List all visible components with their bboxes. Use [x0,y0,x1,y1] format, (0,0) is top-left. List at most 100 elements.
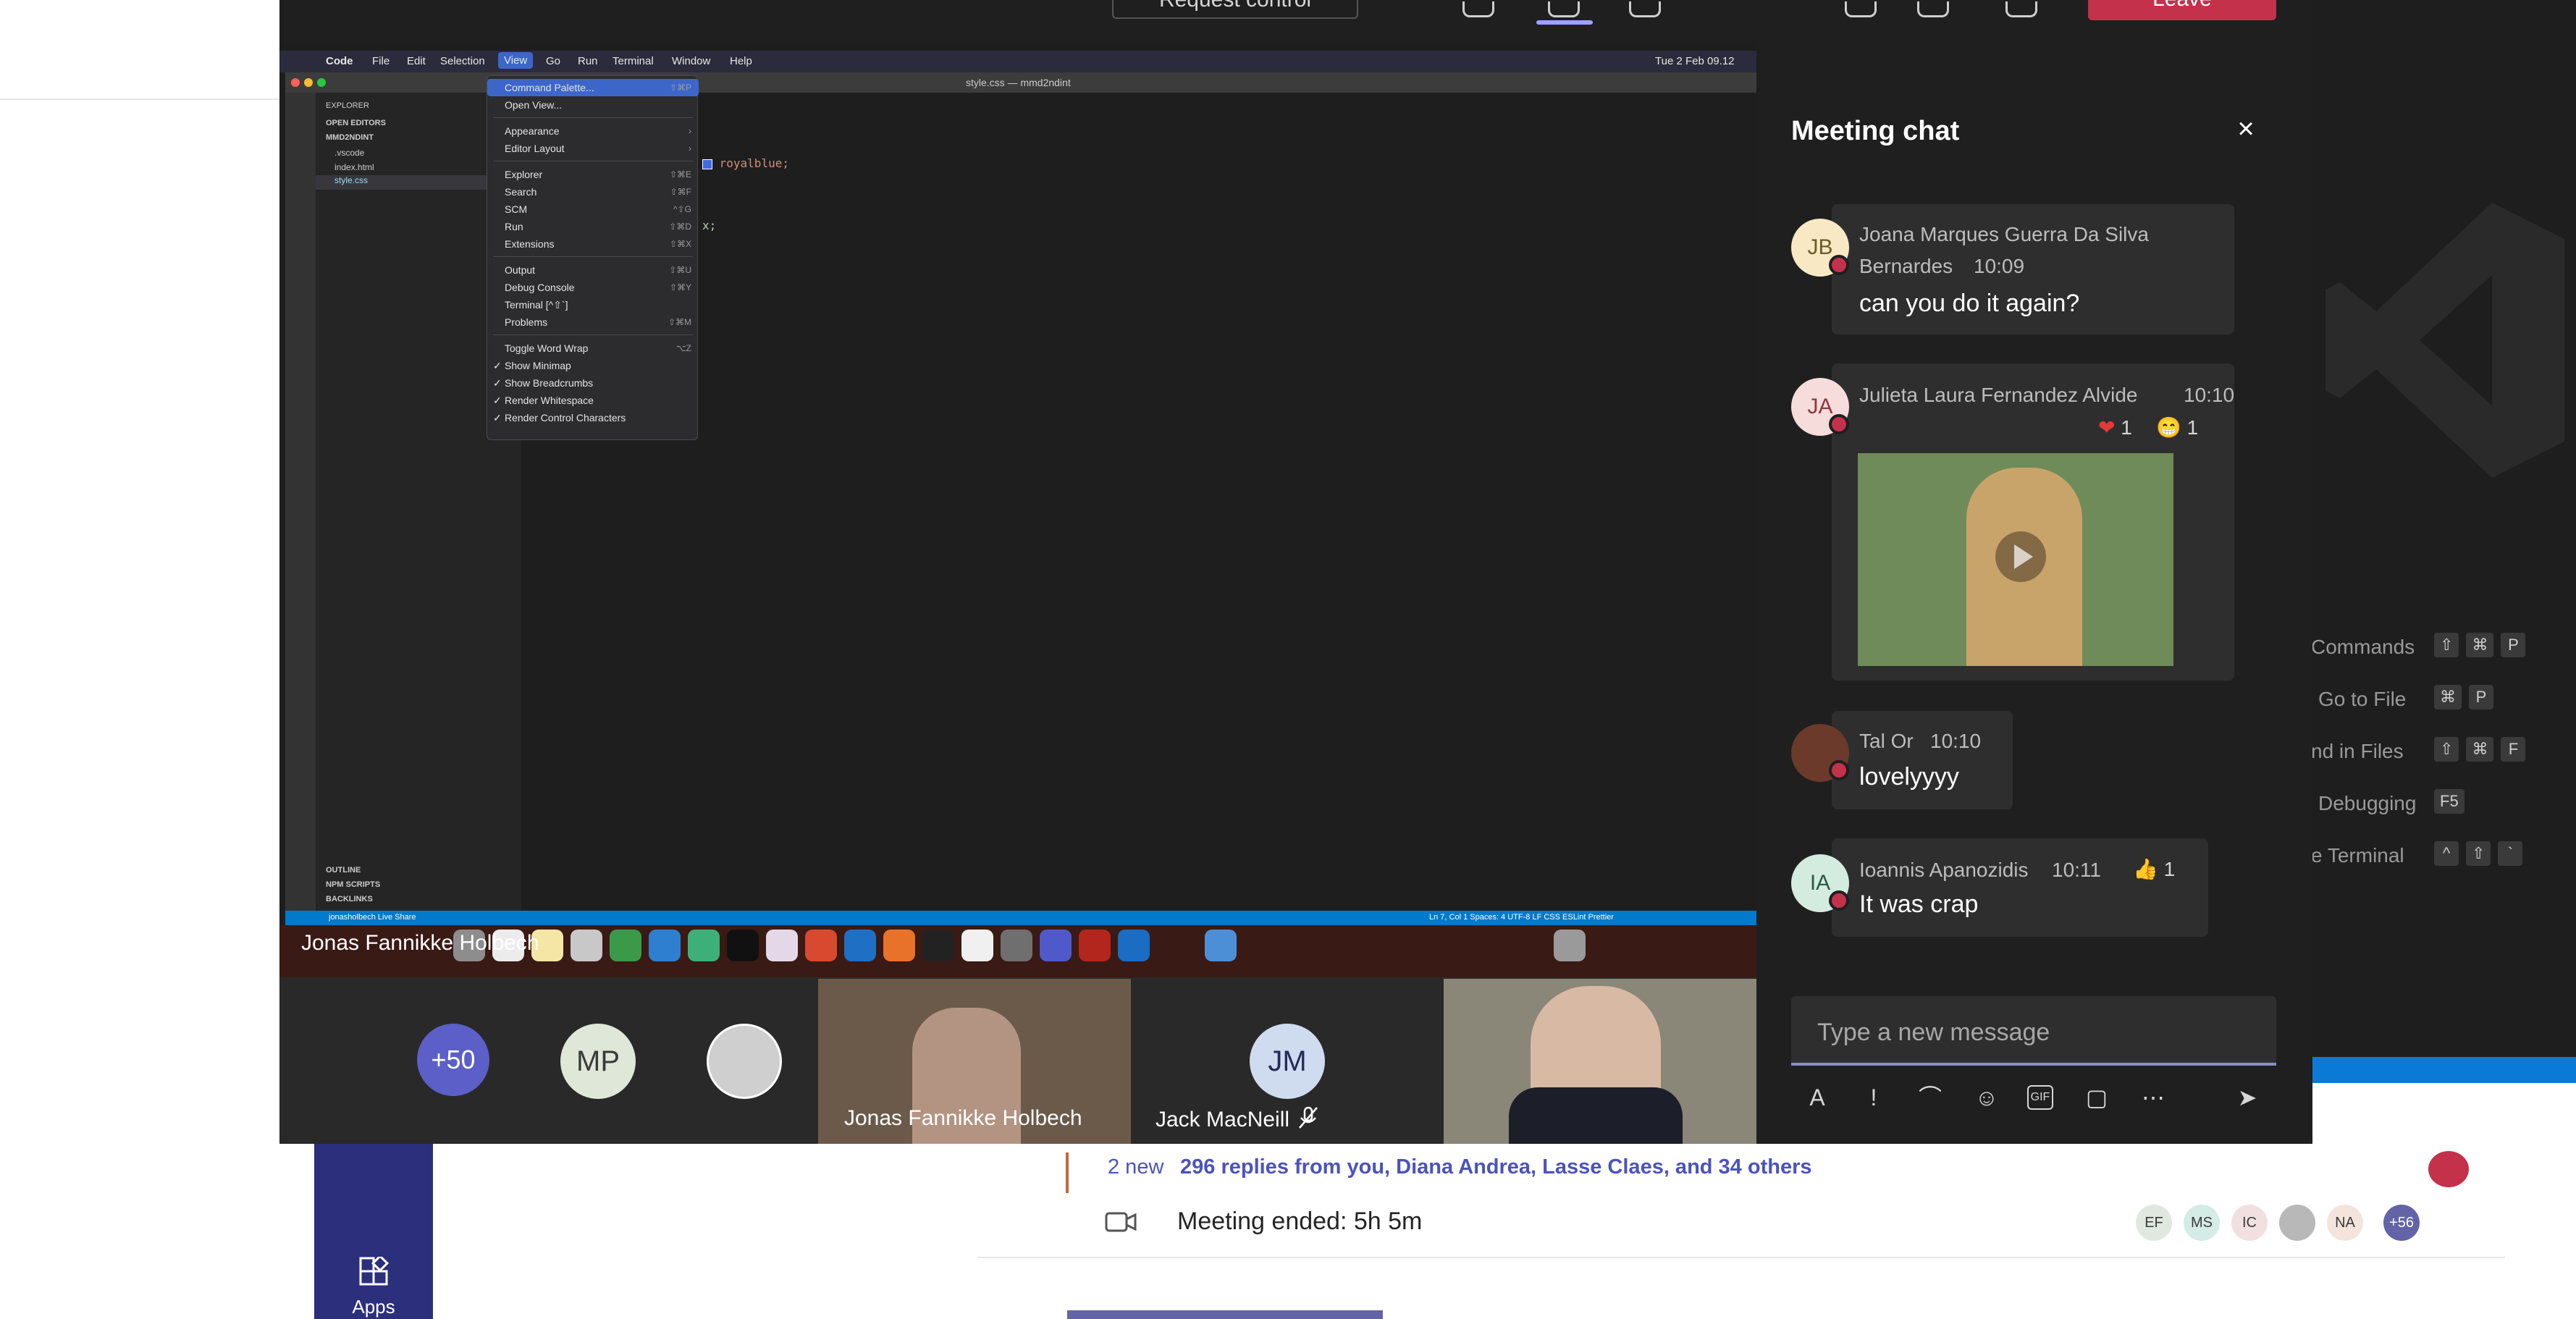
view-menu-item[interactable]: Render Control Characters ✓ [487,409,699,426]
participant-avatar-jm[interactable]: JM [1250,1024,1325,1099]
gif-icon[interactable]: GIF [2027,1085,2053,1110]
app-rail [314,1144,433,1319]
participant-name: Jonas Fannikke Holbech [844,1106,1082,1130]
view-menu-item[interactable]: Search ⇧⌘F [487,183,699,201]
send-icon[interactable]: ➤ [2233,1083,2262,1112]
menu-shortcut: ⇧⌘P [669,83,691,93]
reaction-grin[interactable]: 😁 1 [2156,416,2198,439]
folder-icon [1205,930,1237,961]
menu-file: File [372,55,390,67]
chat-message[interactable] [1832,838,2208,937]
mic-off-icon [1299,1106,1318,1129]
view-menu-item[interactable]: Debug Console ⇧⌘Y [487,279,699,296]
apps-label[interactable]: Apps [314,1296,433,1318]
view-menu-item[interactable]: Render Whitespace ✓ [487,392,699,409]
mac-menubar: Code File Edit Selection View Go Run Ter… [279,51,1756,72]
vscode-editor: royalblue; x; [521,93,1756,911]
menu-item-label: Toggle Word Wrap [505,342,589,354]
participants-overflow[interactable]: +50 [417,1024,489,1096]
outline-section: OUTLINE [326,866,361,875]
presence-busy-icon [1829,890,1849,911]
explorer-title: EXPLORER [326,101,369,110]
chat-icon[interactable] [1548,1,1580,17]
submenu-arrow-icon: › [689,126,691,136]
important-icon[interactable]: ! [1859,1083,1888,1112]
attendee-avatar[interactable]: MS [2184,1205,2220,1241]
checkmark-icon: ✓ [493,395,502,406]
message-text: lovelyyyy [1859,763,1959,791]
presence-busy-icon [1829,255,1849,275]
view-menu-item[interactable]: Editor Layout › [487,140,699,157]
view-menu-item[interactable]: SCM ^⇧G [487,201,699,218]
new-replies-badge[interactable]: 2 new [1108,1155,1163,1179]
raise-hand-icon[interactable] [1629,1,1661,17]
play-icon[interactable] [1995,531,2046,582]
message-input[interactable] [1817,1018,2252,1047]
reaction-heart[interactable]: ❤ 1 [2098,416,2132,439]
view-menu-item[interactable]: Explorer ⇧⌘E [487,166,699,183]
microphone-icon[interactable] [1917,1,1949,17]
participant-video-speaker[interactable] [1444,979,1756,1144]
view-menu-item[interactable]: Extensions ⇧⌘X [487,235,699,253]
message-author: Julieta Laura Fernandez Alvide [1859,384,2138,406]
participant-avatar-mp[interactable]: MP [560,1024,636,1099]
menu-item-label: Render Control Characters [505,412,626,423]
view-menu-item[interactable]: Terminal [^⇧`] [487,296,699,313]
request-control-button[interactable]: Request control [1112,0,1358,19]
menu-shortcut: ⇧⌘Y [669,282,691,292]
share-screen-icon[interactable] [2005,1,2037,17]
menu-item-label: Command Palette... [505,82,594,93]
menu-separator [493,334,693,335]
open-editors-section: OPEN EDITORS [326,119,386,127]
file-item: index.html [334,162,374,172]
format-icon[interactable]: A [1803,1083,1832,1112]
view-menu-item[interactable]: Run ⇧⌘D [487,218,699,235]
attendee-overflow-badge[interactable]: +56 [2383,1205,2420,1241]
view-menu-item[interactable]: Appearance › [487,122,699,140]
reaction-thumbs-up[interactable]: 👍 1 [2133,857,2175,881]
menu-terminal: Terminal [613,55,654,67]
attendee-avatar[interactable]: NA [2327,1205,2363,1241]
message-time: 10:10 [1930,730,1982,752]
background-teams-panel [0,0,279,1319]
filezilla-icon [1079,930,1111,961]
menu-shortcut: ^⇧G [673,204,691,214]
view-menu-item[interactable]: Problems ⇧⌘M [487,313,699,331]
menu-item-label: Run [505,221,523,232]
emoji-icon[interactable]: ☺ [1972,1083,2001,1112]
participant-photo-avatar[interactable] [707,1024,782,1099]
attendee-avatar[interactable]: IC [2231,1205,2268,1241]
sticker-icon[interactable]: ▢ [2082,1083,2111,1112]
view-menu-item[interactable]: Show Breadcrumbs ✓ [487,374,699,392]
terminal-icon [922,930,954,961]
menu-help: Help [730,55,752,67]
share-tray-icon[interactable] [1462,1,1494,17]
replies-link[interactable]: 296 replies from you, Diana Andrea, Lass… [1180,1155,1812,1179]
view-menu-item[interactable]: Show Minimap ✓ [487,357,699,374]
view-menu-item[interactable]: Command Palette... ⇧⌘P [487,79,699,96]
menu-shortcut: ⇧⌘F [670,187,691,197]
todoist-icon [805,930,837,961]
view-menu-item[interactable]: Toggle Word Wrap ⌥Z [487,340,699,357]
more-options-icon[interactable]: ⋯ [2139,1083,2168,1112]
close-icon[interactable]: × [2233,114,2259,143]
attendee-avatar[interactable] [2279,1205,2315,1241]
menu-shortcut: ⇧⌘D [669,222,691,232]
shortcut-commands: Commands ⇧ ⌘ P [2311,633,2576,662]
attendee-avatar[interactable]: EF [2136,1205,2172,1241]
attach-icon[interactable]: ⌒ [1916,1083,1945,1112]
chat-title: Meeting chat [1791,116,1960,146]
menu-shortcut: ⇧⌘M [668,317,691,327]
close-dot [291,78,300,87]
camera-icon[interactable] [1845,1,1877,17]
replies-accent-bar [1066,1152,1069,1193]
view-menu-item[interactable]: Output ⇧⌘U [487,261,699,279]
menu-code: Code [326,55,353,67]
apps-icon[interactable] [358,1257,390,1289]
meeting-notes-icon[interactable] [2428,1151,2469,1187]
leave-button[interactable]: Leave [2088,0,2276,20]
view-menu-item[interactable]: Open View... [487,96,699,114]
chat-message[interactable] [1832,711,2013,809]
message-author: Joana Marques Guerra Da Silva [1859,223,2149,245]
vscode-statusbar-background [2311,1057,2576,1083]
